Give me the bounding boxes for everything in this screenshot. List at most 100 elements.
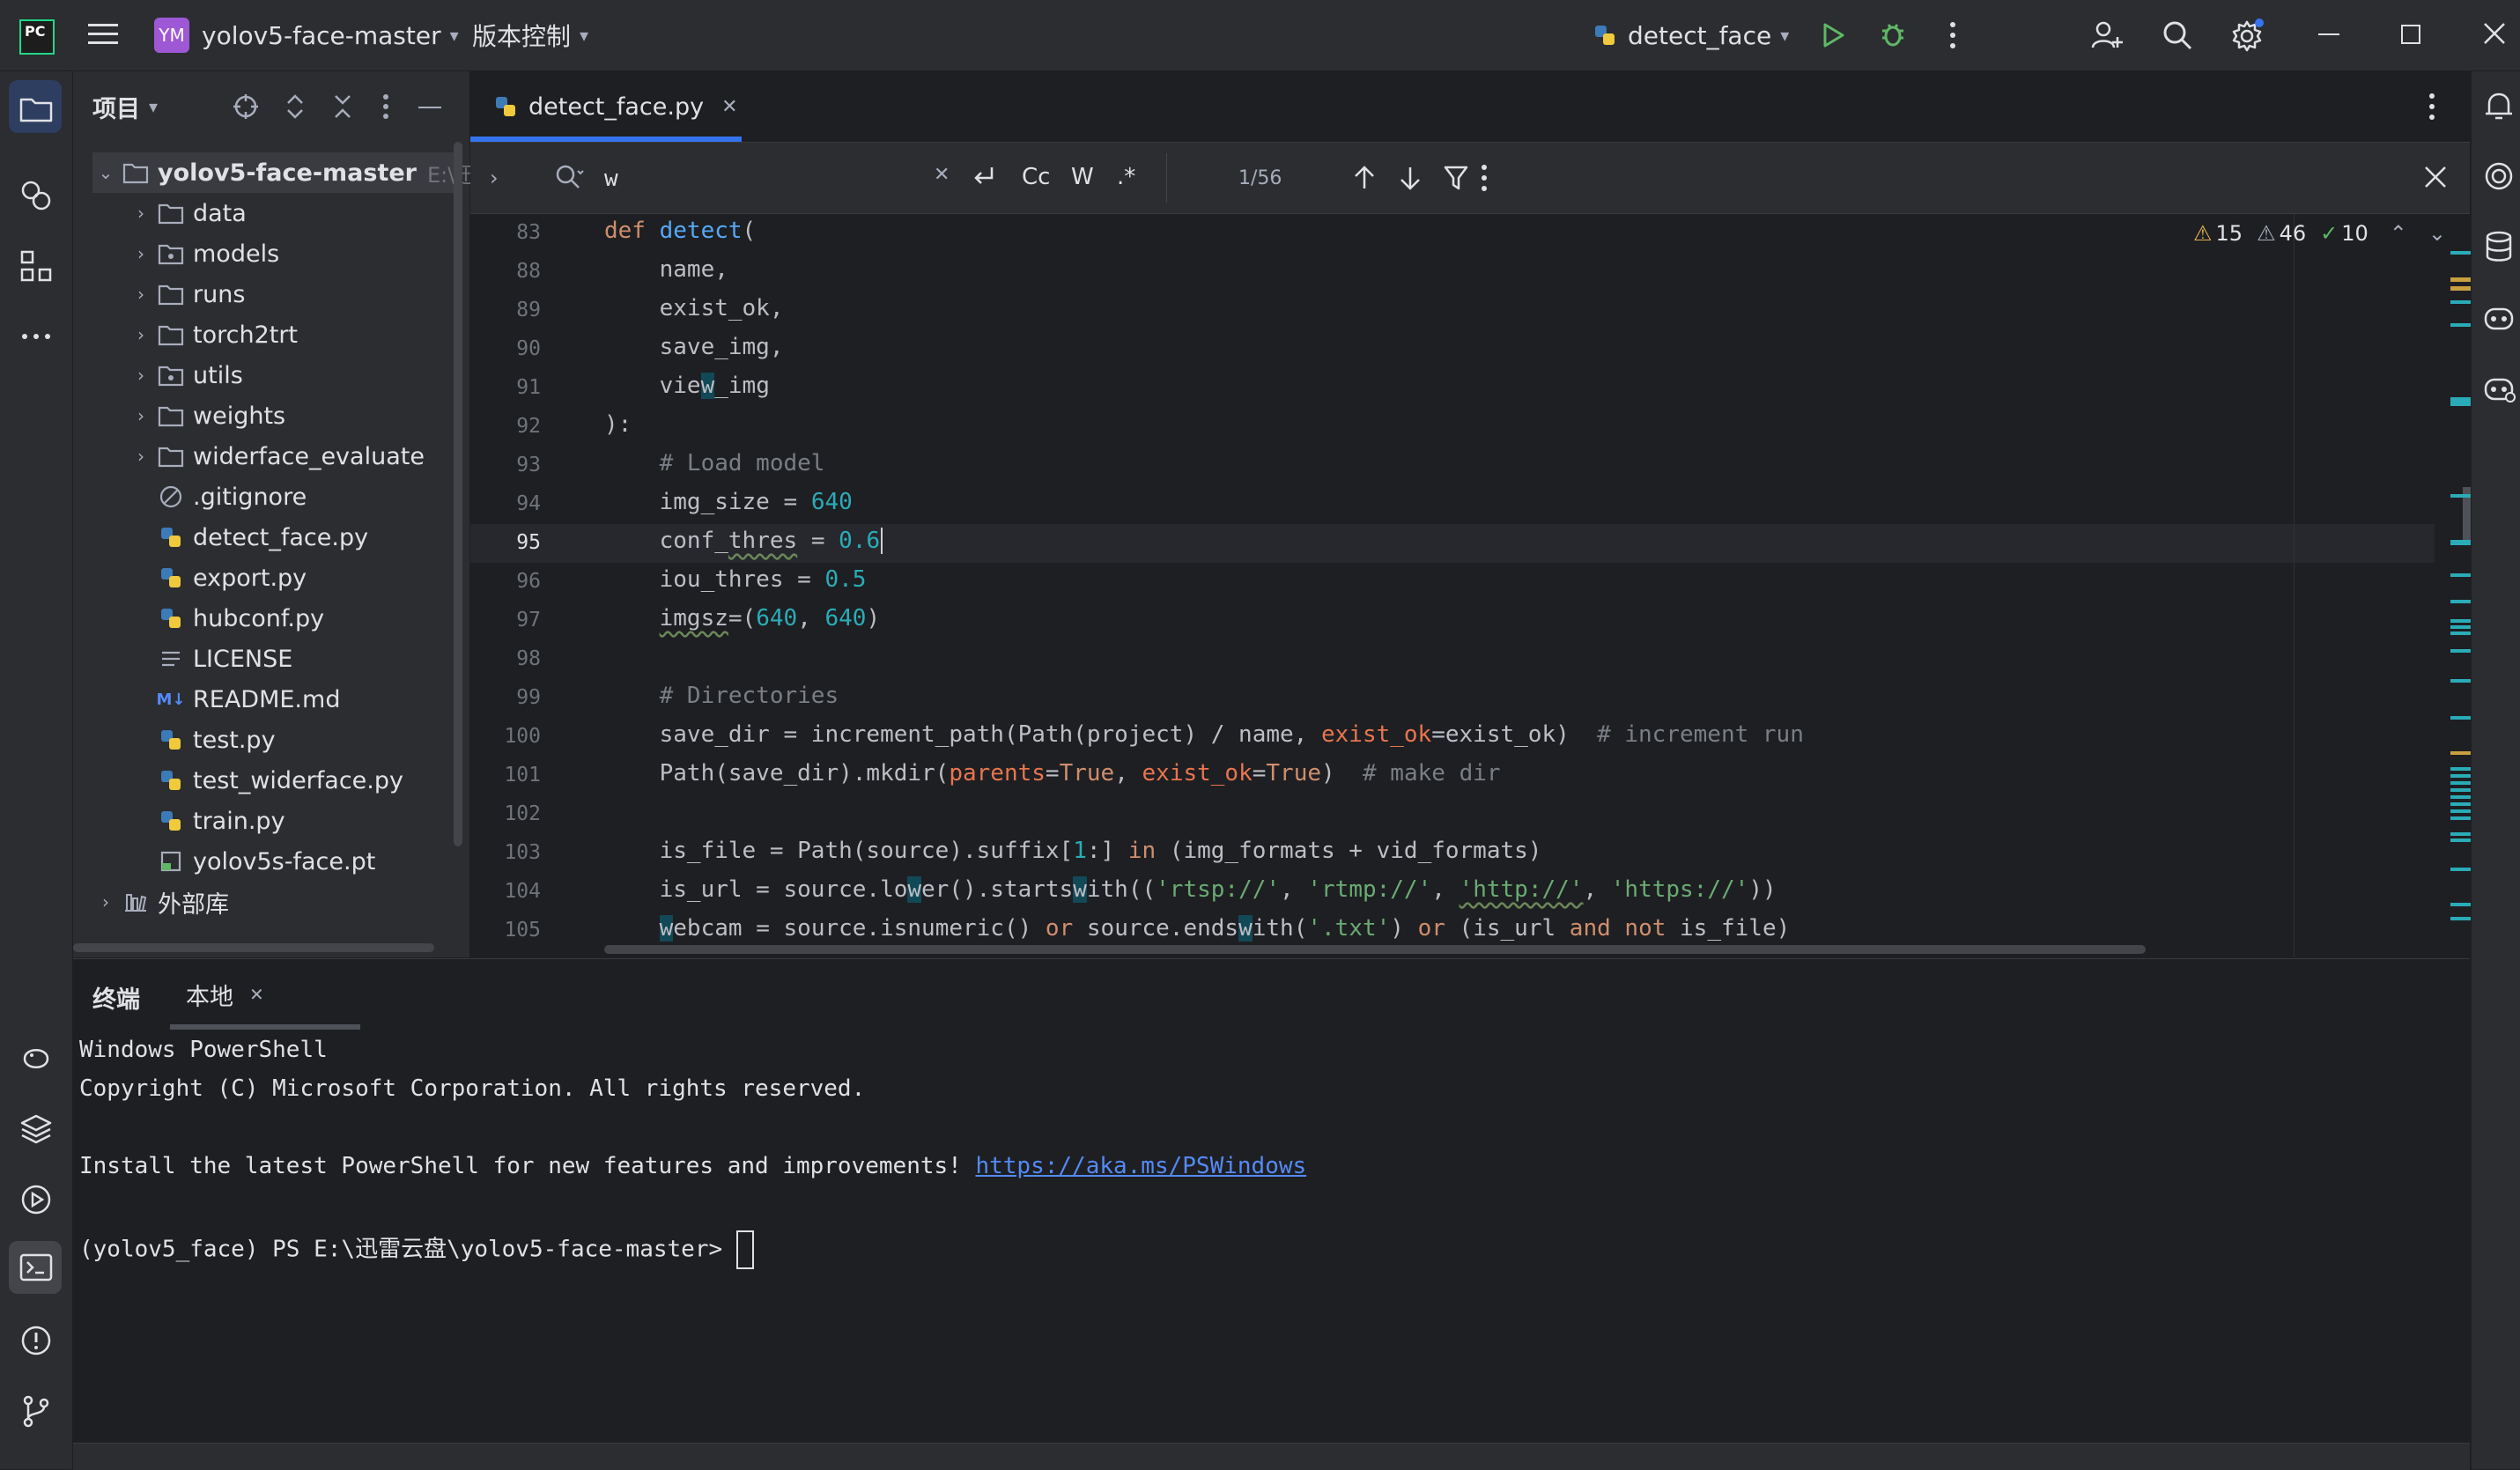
whole-words-toggle[interactable]: W: [1071, 164, 1094, 190]
tree-file-gitignore[interactable]: .gitignore: [151, 476, 307, 517]
editor-horizontal-scrollbar[interactable]: [604, 945, 2146, 954]
filter-icon[interactable]: [1443, 164, 1469, 192]
python-console-icon[interactable]: [18, 1040, 55, 1077]
tab-options-icon[interactable]: [2428, 92, 2436, 121]
tree-folder-data[interactable]: › data: [131, 193, 247, 233]
code-line: iou_thres = 0.5: [604, 566, 867, 593]
project-horizontal-scrollbar[interactable]: [73, 943, 434, 952]
project-folder-icon[interactable]: [18, 91, 55, 128]
tree-file-hubconf[interactable]: hubconf.py: [151, 598, 324, 639]
close-find-icon[interactable]: [2422, 164, 2449, 190]
search-icon[interactable]: [553, 162, 585, 194]
python-file-icon: [493, 94, 518, 119]
project-scrollbar[interactable]: [454, 142, 462, 846]
terminal-tab-local[interactable]: 本地 ✕: [186, 977, 264, 1012]
error-stripe[interactable]: [2442, 214, 2473, 957]
expand-all-icon[interactable]: [281, 92, 309, 121]
tree-item-label: yolov5s-face.pt: [193, 847, 376, 875]
left-tool-strip: [0, 71, 73, 1469]
line-number: 96: [516, 570, 541, 593]
code-area[interactable]: ⚠ 15 ⚠ 46 ✓ 10 ⌃ ⌄ 83 88 89 90 91 92 93 …: [470, 214, 2473, 957]
tree-item-label: detect_face.py: [193, 523, 369, 551]
tree-folder-widerface-evaluate[interactable]: › widerface_evaluate: [131, 436, 425, 476]
tree-root[interactable]: ⌄ yolov5-face-master E:\迅雷: [96, 152, 498, 193]
code-line: # Directories: [604, 683, 839, 709]
expand-replace-icon[interactable]: ›: [490, 166, 499, 190]
ai-assistant-icon[interactable]: [2482, 159, 2516, 193]
tree-file-train[interactable]: train.py: [151, 801, 285, 841]
find-more-options-icon[interactable]: [1480, 164, 1489, 192]
tree-file-test[interactable]: test.py: [151, 720, 276, 760]
locate-file-icon[interactable]: [232, 92, 260, 121]
powershell-link[interactable]: https://aka.ms/PSWindows: [975, 1153, 1306, 1179]
terminal-prompt: (yolov5_face) PS E:\迅雷云盘\yolov5-face-mas…: [79, 1236, 736, 1263]
search-match: w: [700, 373, 715, 399]
editor-tab-detect-face[interactable]: detect_face.py ✕: [493, 87, 738, 126]
layers-icon[interactable]: [18, 1111, 55, 1148]
copilot-chat-icon[interactable]: [2482, 371, 2516, 404]
pycharm-logo-icon[interactable]: PC: [19, 19, 55, 55]
main-menu-icon[interactable]: [88, 21, 118, 48]
close-tab-icon[interactable]: ✕: [721, 96, 737, 118]
warning-count: 15: [2215, 221, 2243, 246]
terminal-icon[interactable]: [18, 1249, 55, 1286]
tree-file-weights-pt[interactable]: yolov5s-face.pt: [151, 841, 375, 882]
debug-icon[interactable]: [1878, 19, 1908, 49]
vcs-menu[interactable]: 版本控制 ▾: [472, 18, 588, 53]
minimize-icon[interactable]: [2318, 33, 2339, 35]
next-occurrence-icon[interactable]: [1397, 164, 1423, 192]
tree-folder-models[interactable]: › models: [131, 233, 279, 274]
tree-folder-utils[interactable]: › utils: [131, 355, 243, 395]
tree-file-detect-face[interactable]: detect_face.py: [151, 517, 368, 558]
project-panel-title[interactable]: 项目 ▾: [92, 91, 158, 123]
python-file-icon: [156, 725, 186, 755]
git-branch-icon[interactable]: [18, 1392, 55, 1429]
run-icon[interactable]: [1818, 21, 1846, 49]
regex-toggle[interactable]: .*: [1117, 164, 1135, 190]
tree-file-readme[interactable]: M↓ README.md: [151, 679, 341, 720]
hide-panel-icon[interactable]: [418, 107, 441, 108]
code-line: is_url = source.lower().startswith(('rts…: [604, 876, 1777, 903]
find-input[interactable]: [602, 159, 870, 199]
tree-item-label: 外部库: [158, 890, 229, 919]
editor-tabs: detect_face.py ✕: [470, 71, 2470, 143]
add-user-icon[interactable]: [2091, 19, 2123, 51]
tree-external-libraries[interactable]: › 外部库: [96, 882, 229, 922]
search-everywhere-icon[interactable]: [2162, 19, 2193, 51]
tree-item-label: models: [193, 240, 280, 268]
problems-icon[interactable]: [18, 1322, 55, 1359]
run-config-selector[interactable]: detect_face ▾: [1593, 18, 1789, 53]
panel-options-icon[interactable]: [381, 92, 390, 121]
tree-item-label: utils: [193, 361, 243, 389]
database-icon[interactable]: [2482, 230, 2516, 263]
new-line-icon[interactable]: [969, 162, 999, 192]
tree-file-export[interactable]: export.py: [151, 558, 307, 598]
notifications-icon[interactable]: [2482, 89, 2516, 122]
code-line: ):: [604, 411, 632, 438]
project-selector[interactable]: YM yolov5-face-master ▾: [154, 18, 459, 53]
python-packages-icon[interactable]: [18, 177, 55, 214]
terminal-prompt-line[interactable]: (yolov5_face) PS E:\迅雷云盘\yolov5-face-mas…: [79, 1230, 754, 1269]
restore-icon[interactable]: [2401, 25, 2420, 44]
previous-occurrence-icon[interactable]: [1351, 164, 1378, 192]
services-icon[interactable]: [18, 1181, 55, 1218]
copilot-icon[interactable]: [2482, 300, 2516, 334]
tree-folder-runs[interactable]: › runs: [131, 274, 245, 314]
match-case-toggle[interactable]: Cc: [1022, 164, 1050, 190]
more-tools-icon[interactable]: [18, 318, 55, 355]
structure-icon[interactable]: [18, 247, 55, 284]
collapse-all-icon[interactable]: [329, 92, 357, 121]
more-actions-icon[interactable]: [1948, 21, 1957, 49]
tree-folder-weights[interactable]: › weights: [131, 395, 285, 436]
clear-search-icon[interactable]: ✕: [934, 164, 950, 186]
close-tab-icon[interactable]: ✕: [249, 984, 264, 1005]
tree-folder-torch2trt[interactable]: › torch2trt: [131, 314, 298, 355]
tree-file-test-widerface[interactable]: test_widerface.py: [151, 760, 403, 801]
ok-check-icon: ✓: [2320, 221, 2339, 246]
close-window-icon[interactable]: [2482, 21, 2507, 46]
terminal-line: Copyright (C) Microsoft Corporation. All…: [79, 1075, 866, 1102]
tree-file-license[interactable]: LICENSE: [151, 639, 292, 679]
inspection-widget[interactable]: ⚠ 15 ⚠ 46 ✓ 10 ⌃ ⌄: [2193, 221, 2446, 246]
settings-gear-icon[interactable]: [2230, 18, 2265, 53]
previous-highlight-icon[interactable]: ⌃: [2390, 221, 2407, 246]
